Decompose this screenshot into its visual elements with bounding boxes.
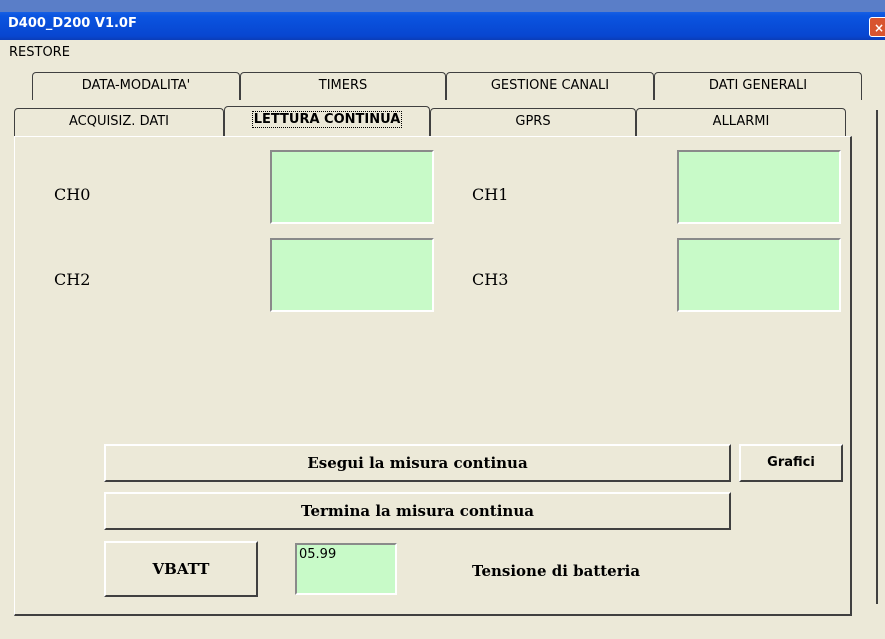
tab-label: LETTURA CONTINUA — [251, 111, 403, 128]
vbatt-button[interactable]: VBATT — [104, 541, 258, 597]
tab-gprs[interactable]: GPRS — [430, 108, 636, 136]
ch0-label: CH0 — [54, 185, 91, 204]
tab-timers[interactable]: TIMERS — [240, 72, 446, 100]
tab-label: ALLARMI — [712, 114, 770, 129]
tab-acquisiz-dati[interactable]: ACQUISIZ. DATI — [14, 108, 224, 136]
charts-button[interactable]: Grafici — [739, 444, 843, 482]
tab-label: GPRS — [515, 114, 551, 129]
ch1-value-field[interactable] — [677, 150, 841, 224]
stop-continuous-button[interactable]: Termina la misura continua — [104, 492, 731, 530]
tab-data-modalita[interactable]: DATA-MODALITA' — [32, 72, 240, 100]
tab-label: DATI GENERALI — [708, 78, 808, 93]
window-title: D400_D200 V1.0F — [8, 16, 137, 31]
menu-item-restore[interactable]: RESTORE — [9, 45, 70, 60]
tab-allarmi[interactable]: ALLARMI — [636, 108, 846, 136]
tab-stack-edge — [854, 110, 878, 604]
ch3-label: CH3 — [472, 270, 509, 289]
window-bottom — [0, 618, 885, 639]
title-bar: D400_D200 V1.0F × — [0, 0, 885, 40]
tab-gestione-canali[interactable]: GESTIONE CANALI — [446, 72, 654, 100]
menu-bar: RESTORE — [0, 40, 885, 66]
tab-label: TIMERS — [318, 78, 368, 93]
ch3-value-field[interactable] — [677, 238, 841, 312]
ch1-label: CH1 — [472, 185, 509, 204]
tab-lettura-continua[interactable]: LETTURA CONTINUA — [224, 106, 430, 136]
battery-voltage-field[interactable]: 05.99 — [295, 543, 397, 595]
ch2-value-field[interactable] — [270, 238, 434, 312]
close-button[interactable]: × — [869, 17, 885, 37]
tab-label: DATA-MODALITA' — [81, 78, 191, 93]
start-continuous-button[interactable]: Esegui la misura continua — [104, 444, 731, 482]
battery-voltage-label: Tensione di batteria — [472, 562, 641, 580]
ch0-value-field[interactable] — [270, 150, 434, 224]
tab-dati-generali[interactable]: DATI GENERALI — [654, 72, 862, 100]
tab-label: ACQUISIZ. DATI — [68, 114, 170, 129]
taskbar-strip — [0, 0, 885, 12]
tab-label: GESTIONE CANALI — [490, 78, 610, 93]
ch2-label: CH2 — [54, 270, 91, 289]
